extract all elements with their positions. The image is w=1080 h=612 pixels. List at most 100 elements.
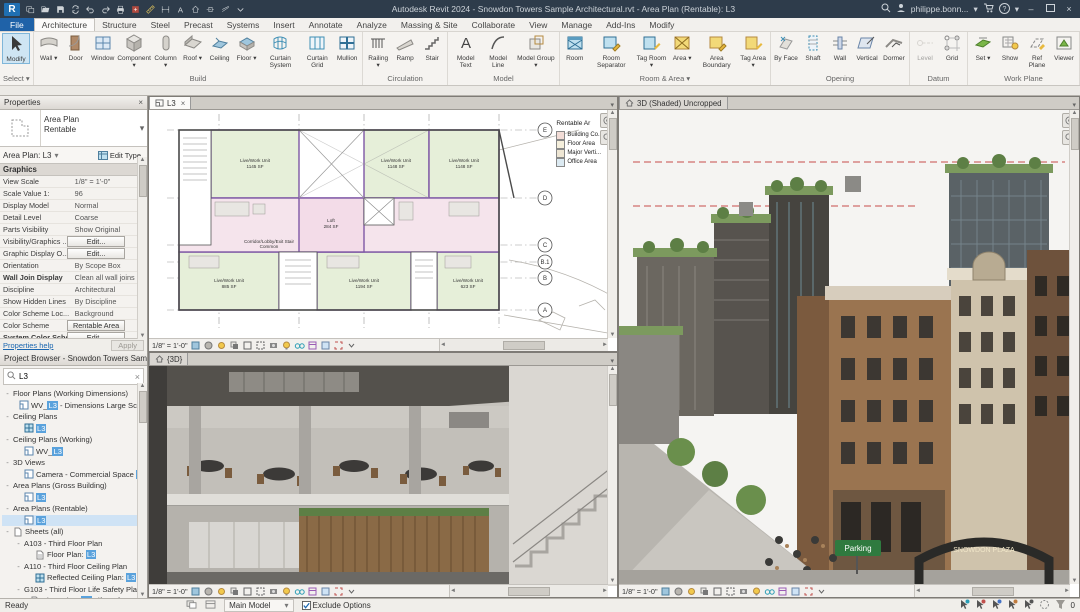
- text-icon[interactable]: A: [175, 4, 186, 15]
- select-pinned-icon[interactable]: [975, 599, 986, 612]
- camera-icon[interactable]: [268, 340, 279, 351]
- property-row-show-hidden-lines[interactable]: Show Hidden Lines By Discipline: [0, 296, 137, 308]
- panel-label-opening[interactable]: Opening: [771, 74, 909, 85]
- tab-manage[interactable]: Manage: [554, 18, 599, 31]
- interior-scale[interactable]: 1/8" = 1'-0": [152, 587, 188, 596]
- expander-icon[interactable]: -: [4, 504, 11, 513]
- browser-item-reflected-ceiling-plan-l3[interactable]: Reflected Ceiling Plan: L3: [2, 572, 147, 584]
- expander-icon[interactable]: -: [4, 412, 11, 421]
- tab-collaborate[interactable]: Collaborate: [465, 18, 522, 31]
- curtain-grid-button[interactable]: Curtain Grid: [301, 33, 333, 69]
- show-crop-icon[interactable]: [255, 340, 266, 351]
- expander-icon[interactable]: -: [4, 435, 11, 444]
- property-value[interactable]: Coarse: [75, 213, 137, 222]
- shadows-icon[interactable]: [699, 586, 710, 597]
- worksets-icon[interactable]: [186, 600, 197, 611]
- worksharing-display-icon[interactable]: [320, 340, 331, 351]
- selection-box-icon[interactable]: [333, 586, 344, 597]
- level-button[interactable]: Level: [912, 33, 938, 62]
- exclude-options-checkbox[interactable]: Exclude Options: [301, 601, 371, 610]
- column-button[interactable]: Column ▾: [153, 33, 179, 69]
- set-button[interactable]: Set ▾: [970, 33, 996, 62]
- panel-label-room-area[interactable]: Room & Area ▾: [560, 74, 770, 85]
- exterior-3d-canvas[interactable]: Parking SNOWDON PLAZA: [619, 110, 1079, 584]
- sun-path-icon[interactable]: [216, 586, 227, 597]
- panel-label-datum[interactable]: Datum: [910, 74, 967, 85]
- tab-file[interactable]: File: [0, 18, 34, 31]
- tag-area-button[interactable]: Tag Area ▾: [738, 33, 768, 69]
- tab-precast[interactable]: Precast: [177, 18, 220, 31]
- property-button[interactable]: Rentable Area: [67, 320, 125, 331]
- camera-icon[interactable]: [738, 586, 749, 597]
- close-button[interactable]: ×: [1062, 4, 1076, 14]
- help-menu-caret[interactable]: ▾: [1015, 4, 1019, 15]
- thin-lines-icon[interactable]: [220, 4, 231, 15]
- dashed-selection-icon[interactable]: [1039, 599, 1050, 612]
- expander-icon[interactable]: -: [4, 527, 11, 536]
- browser-item-area-plans-rentable[interactable]: - Area Plans (Rentable): [2, 503, 147, 515]
- transfer-icon[interactable]: [130, 4, 141, 15]
- model-line-button[interactable]: Model Line: [482, 33, 514, 69]
- property-row-color-scheme[interactable]: Color Scheme Rentable Area: [0, 320, 137, 332]
- property-row-display-model[interactable]: Display Model Normal: [0, 200, 137, 212]
- more-icon[interactable]: [346, 586, 357, 597]
- camera-icon[interactable]: [268, 586, 279, 597]
- graphics-section-header[interactable]: Graphics: [3, 165, 37, 174]
- property-row-wall-join-display[interactable]: Wall Join Display Clean all wall joins: [0, 272, 137, 284]
- type-selector-caret[interactable]: ▾: [137, 110, 147, 146]
- room-button[interactable]: Room: [562, 33, 588, 62]
- property-row-visibility-graphics[interactable]: Visibility/Graphics ... Edit...: [0, 236, 137, 248]
- crop-view-icon[interactable]: [242, 586, 253, 597]
- measure-icon[interactable]: [145, 4, 156, 15]
- aligned-dimension-icon[interactable]: [160, 4, 171, 15]
- component-button[interactable]: Component ▾: [117, 33, 152, 69]
- stair-button[interactable]: Stair: [419, 33, 445, 62]
- close-view-icon[interactable]: ×: [181, 99, 186, 108]
- visual-style-icon[interactable]: [190, 340, 201, 351]
- sun-path-icon[interactable]: [686, 586, 697, 597]
- worksharing-display-icon[interactable]: [790, 586, 801, 597]
- modify-button[interactable]: Modify: [2, 33, 30, 65]
- property-row-scale-value-1[interactable]: Scale Value 1: 96: [0, 188, 137, 200]
- customize-icon[interactable]: [235, 4, 246, 15]
- property-value[interactable]: 96: [75, 189, 137, 198]
- temporary-hide-icon[interactable]: [294, 340, 305, 351]
- browser-item-g103-third-floor-life-safety-plan[interactable]: - G103 - Third Floor Life Safety Plan: [2, 584, 147, 596]
- tab-add-ins[interactable]: Add-Ins: [599, 18, 642, 31]
- temporary-view-properties-icon[interactable]: [307, 340, 318, 351]
- expander-icon[interactable]: -: [15, 585, 22, 594]
- render-icon[interactable]: [673, 586, 684, 597]
- temporary-hide-icon[interactable]: [294, 586, 305, 597]
- ref-plane-button[interactable]: Ref Plane: [1024, 33, 1050, 69]
- browser-search-input[interactable]: [19, 372, 132, 381]
- plan-hscrollbar[interactable]: ◄ ►: [439, 338, 608, 351]
- shadows-icon[interactable]: [229, 586, 240, 597]
- properties-help-link[interactable]: Properties help: [3, 341, 53, 350]
- exterior-scale[interactable]: 1/8" = 1'-0": [622, 587, 658, 596]
- property-value[interactable]: Show Original: [75, 225, 137, 234]
- model-text-button[interactable]: A Model Text: [450, 33, 481, 69]
- view-tab-overflow-icon[interactable]: ▾: [610, 101, 614, 109]
- dormer-button[interactable]: Dormer: [881, 33, 907, 62]
- property-row-color-scheme-loc[interactable]: Color Scheme Loc... Background: [0, 308, 137, 320]
- interior-hscrollbar[interactable]: ◄ ►: [449, 584, 608, 597]
- sun-path-icon[interactable]: [216, 340, 227, 351]
- view-tab-l3[interactable]: L3 ×: [149, 97, 192, 109]
- property-row-detail-level[interactable]: Detail Level Coarse: [0, 212, 137, 224]
- browser-item-wv-l3-dimensions-large-scale[interactable]: WV_L3 - Dimensions Large Scale: [2, 400, 147, 412]
- user-icon[interactable]: [896, 3, 906, 15]
- tab-systems[interactable]: Systems: [220, 18, 267, 31]
- browser-item-l3[interactable]: L3: [2, 514, 147, 526]
- area-button[interactable]: Area ▾: [669, 33, 695, 62]
- tab-insert[interactable]: Insert: [266, 18, 301, 31]
- selection-box-icon[interactable]: [803, 586, 814, 597]
- search-icon[interactable]: [881, 3, 891, 15]
- tab-architecture[interactable]: Architecture: [33, 18, 96, 31]
- browser-item-l3[interactable]: L3: [2, 492, 147, 504]
- floor-button[interactable]: Floor ▾: [234, 33, 260, 62]
- temporary-hide-icon[interactable]: [764, 586, 775, 597]
- property-row-view-scale[interactable]: View Scale 1/8" = 1'-0": [0, 176, 137, 188]
- cart-icon[interactable]: [983, 3, 994, 15]
- tab-annotate[interactable]: Annotate: [302, 18, 350, 31]
- browser-item-a103-third-floor-plan[interactable]: - A103 - Third Floor Plan: [2, 538, 147, 550]
